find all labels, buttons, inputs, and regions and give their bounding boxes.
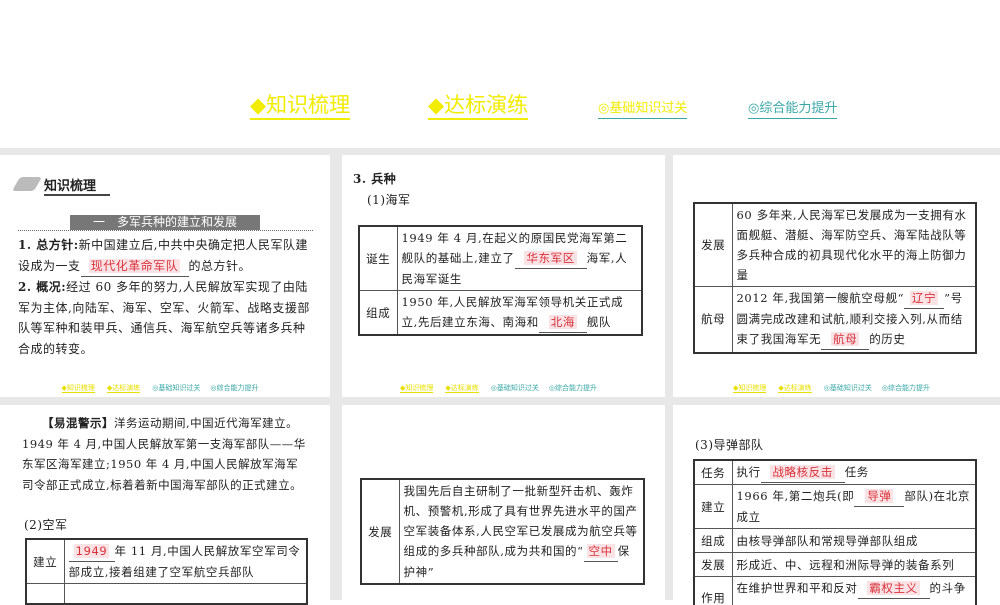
table-row: 建立1966 年,第二炮兵(即导弹部队)在北京成立	[694, 485, 976, 529]
missile-table: 任务执行战略核反击任务 建立1966 年,第二炮兵(即导弹部队)在北京成立 组成…	[693, 459, 977, 605]
text: 的总方针。	[189, 259, 252, 273]
row-label: 诞生	[359, 226, 397, 291]
nav-practice[interactable]: ◆达标演练	[428, 92, 528, 120]
label: 2. 概况:	[18, 280, 66, 294]
slide-6[interactable]: (3)导弹部队 任务执行战略核反击任务 建立1966 年,第二炮兵(即导弹部队)…	[673, 405, 1000, 605]
row-label: 航母	[694, 287, 732, 353]
mini-nav: ◆知识梳理◆达标演练◎基础知识过关◎综合能力提升	[342, 383, 665, 393]
subheading: (2)空军	[24, 515, 68, 536]
row-label: 发展	[694, 203, 732, 287]
table-row: 组成1950 年,人民解放军海军领导机关正式成立,先后建立东海、南海和北海舰队	[359, 291, 642, 336]
mini-nav: ◆知识梳理◆达标演练◎基础知识过关◎综合能力提升	[673, 383, 1000, 393]
label: 1. 总方针:	[18, 238, 79, 252]
row-label: 发展	[361, 479, 399, 584]
section-heading: 知识梳理	[44, 175, 110, 196]
slide-2[interactable]: 3. 兵种 (1)海军 诞生1949 年 4 月,在起义的原国民党海军第二舰队的…	[342, 155, 665, 397]
navy-table-cont: 发展60 多年来,人民海军已发展成为一支拥有水面舰艇、潜艇、海军防空兵、海军陆战…	[693, 202, 977, 354]
slide-5[interactable]: 发展我国先后自主研制了一批新型歼击机、轰炸机、预警机,形成了具有世界先进水平的国…	[342, 405, 665, 605]
table-row: 组成由核导弹部队和常规导弹部队组成	[694, 529, 976, 553]
nav-basic-knowledge[interactable]: ◎基础知识过关	[598, 100, 687, 119]
table-row: 建立1949年 11 月,中国人民解放军空军司令部成立,接着组建了空军航空兵部队	[26, 539, 307, 584]
table-row: 发展60 多年来,人民海军已发展成为一支拥有水面舰艇、潜艇、海军防空兵、海军陆战…	[694, 203, 976, 287]
warning-note: 【易混警示】洋务运动期间,中国近代海军建立。1949 年 4 月,中国人民解放军…	[22, 413, 308, 495]
row-label: 建立	[26, 539, 64, 584]
table-row: 任务执行战略核反击任务	[694, 460, 976, 485]
heading: 3. 兵种	[353, 169, 396, 190]
navy-table: 诞生1949 年 4 月,在起义的原国民党海军第二舰队的基础上,建立了华东军区海…	[358, 225, 643, 336]
subheading: (1)海军	[367, 190, 411, 211]
table-row: 发展形成近、中、远程和洲际导弹的装备系列	[694, 553, 976, 577]
slide-1[interactable]: 知识梳理 一 多军兵种的建立和发展 1. 总方针:新中国建立后,中共中央确定把人…	[0, 155, 330, 397]
guideline-para: 1. 总方针:新中国建立后,中共中央确定把人民军队建设成为一支现代化革命军队的总…	[18, 235, 316, 277]
table-row: 作用在维护世界和平和反对霸权主义的斗争	[694, 577, 976, 605]
mini-nav: ◆知识梳理◆达标演练◎基础知识过关◎综合能力提升	[0, 383, 330, 393]
airforce-table: 建立1949年 11 月,中国人民解放军空军司令部成立,接着组建了空军航空兵部队	[25, 538, 308, 605]
nav-knowledge-review[interactable]: ◆知识梳理	[250, 92, 350, 120]
divider	[18, 230, 313, 231]
airforce-table-cont: 发展我国先后自主研制了一批新型歼击机、轰炸机、预警机,形成了具有世界先进水平的国…	[360, 478, 645, 585]
table-row: 诞生1949 年 4 月,在起义的原国民党海军第二舰队的基础上,建立了华东军区海…	[359, 226, 642, 291]
overview-para: 2. 概况:经过 60 多年的努力,人民解放军实现了由陆军为主体,向陆军、海军、…	[18, 277, 316, 359]
table-row: 航母2012 年,我国第一艘航空母舰“辽宁”号圆满完成改建和试航,顺利交接入列,…	[694, 287, 976, 353]
nav-ability-improve[interactable]: ◎综合能力提升	[748, 100, 837, 119]
row-label: 组成	[359, 291, 397, 336]
book-icon	[12, 177, 42, 191]
subheading: (3)导弹部队	[695, 435, 764, 456]
top-navigation: ◆知识梳理 ◆达标演练 ◎基础知识过关 ◎综合能力提升	[250, 92, 890, 128]
section-bar: 一 多军兵种的建立和发展	[70, 215, 260, 230]
slide-grid: 知识梳理 一 多军兵种的建立和发展 1. 总方针:新中国建立后,中共中央确定把人…	[0, 148, 1000, 600]
table-row: 发展我国先后自主研制了一批新型歼击机、轰炸机、预警机,形成了具有世界先进水平的国…	[361, 479, 644, 584]
answer-blank: 现代化革命军队	[81, 256, 189, 278]
slide-4[interactable]: 【易混警示】洋务运动期间,中国近代海军建立。1949 年 4 月,中国人民解放军…	[0, 405, 330, 605]
slide-3[interactable]: 发展60 多年来,人民海军已发展成为一支拥有水面舰艇、潜艇、海军防空兵、海军陆战…	[673, 155, 1000, 397]
